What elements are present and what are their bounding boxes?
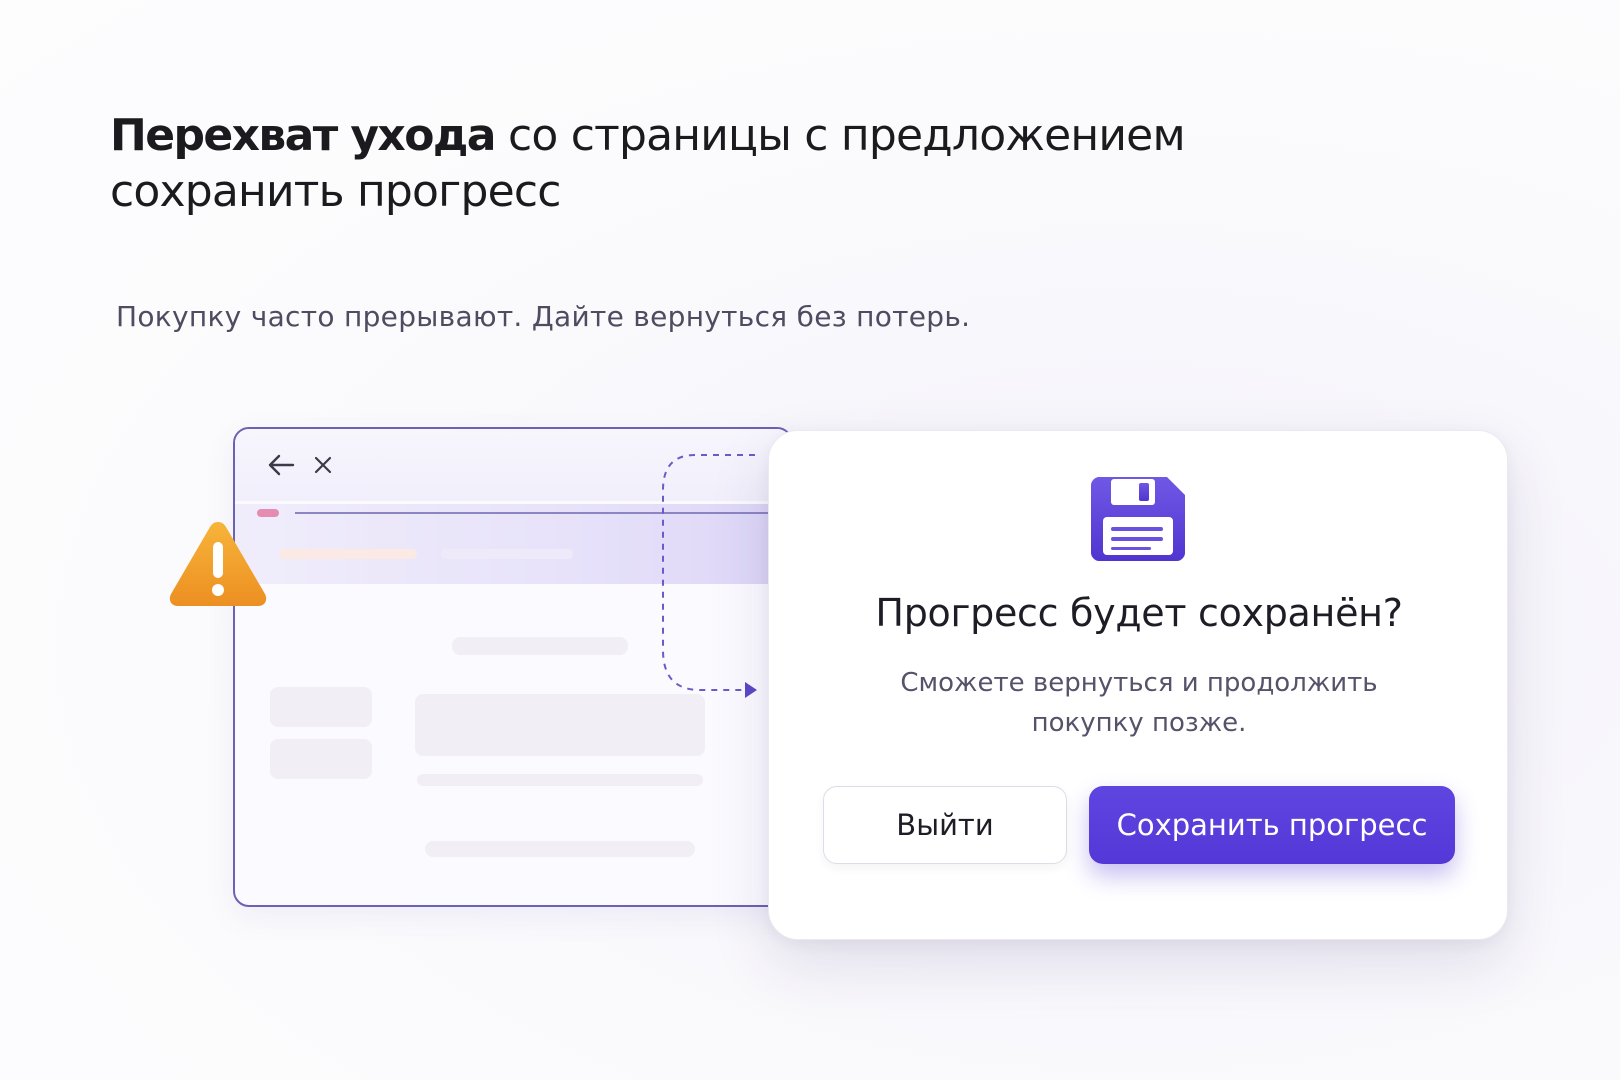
dialog-title: Прогресс будет сохранён?	[875, 591, 1403, 635]
page: Перехват ухода со страницы с предложение…	[0, 0, 1620, 1080]
headline-rest: со страницы с предложением	[494, 110, 1186, 161]
page-subtitle: Покупку часто прерывают. Дайте вернуться…	[116, 300, 971, 333]
content-placeholder	[270, 687, 372, 727]
dialog-description: Сможете вернуться и продолжить покупку п…	[900, 668, 1378, 738]
content-placeholder	[425, 841, 695, 857]
save-progress-dialog: Прогресс будет сохранён? Сможете вернуть…	[768, 430, 1508, 940]
exit-button[interactable]: Выйти	[823, 786, 1067, 864]
page-headline: Перехват ухода со страницы с предложение…	[110, 108, 1210, 220]
content-placeholder	[452, 637, 628, 655]
nav-placeholder	[279, 549, 417, 559]
headline-bold: Перехват ухода	[110, 110, 496, 161]
floppy-disk-icon	[1091, 477, 1185, 561]
close-icon[interactable]	[307, 449, 339, 481]
content-placeholder	[270, 739, 372, 779]
arrow-left-icon[interactable]	[265, 449, 297, 481]
warning-triangle-icon	[166, 516, 270, 612]
content-placeholder	[417, 774, 703, 786]
save-progress-button[interactable]: Сохранить прогресс	[1089, 786, 1455, 864]
nav-placeholder	[441, 549, 573, 559]
dashed-arrow-icon	[655, 450, 765, 705]
headline-line2: сохранить прогресс	[110, 166, 561, 217]
